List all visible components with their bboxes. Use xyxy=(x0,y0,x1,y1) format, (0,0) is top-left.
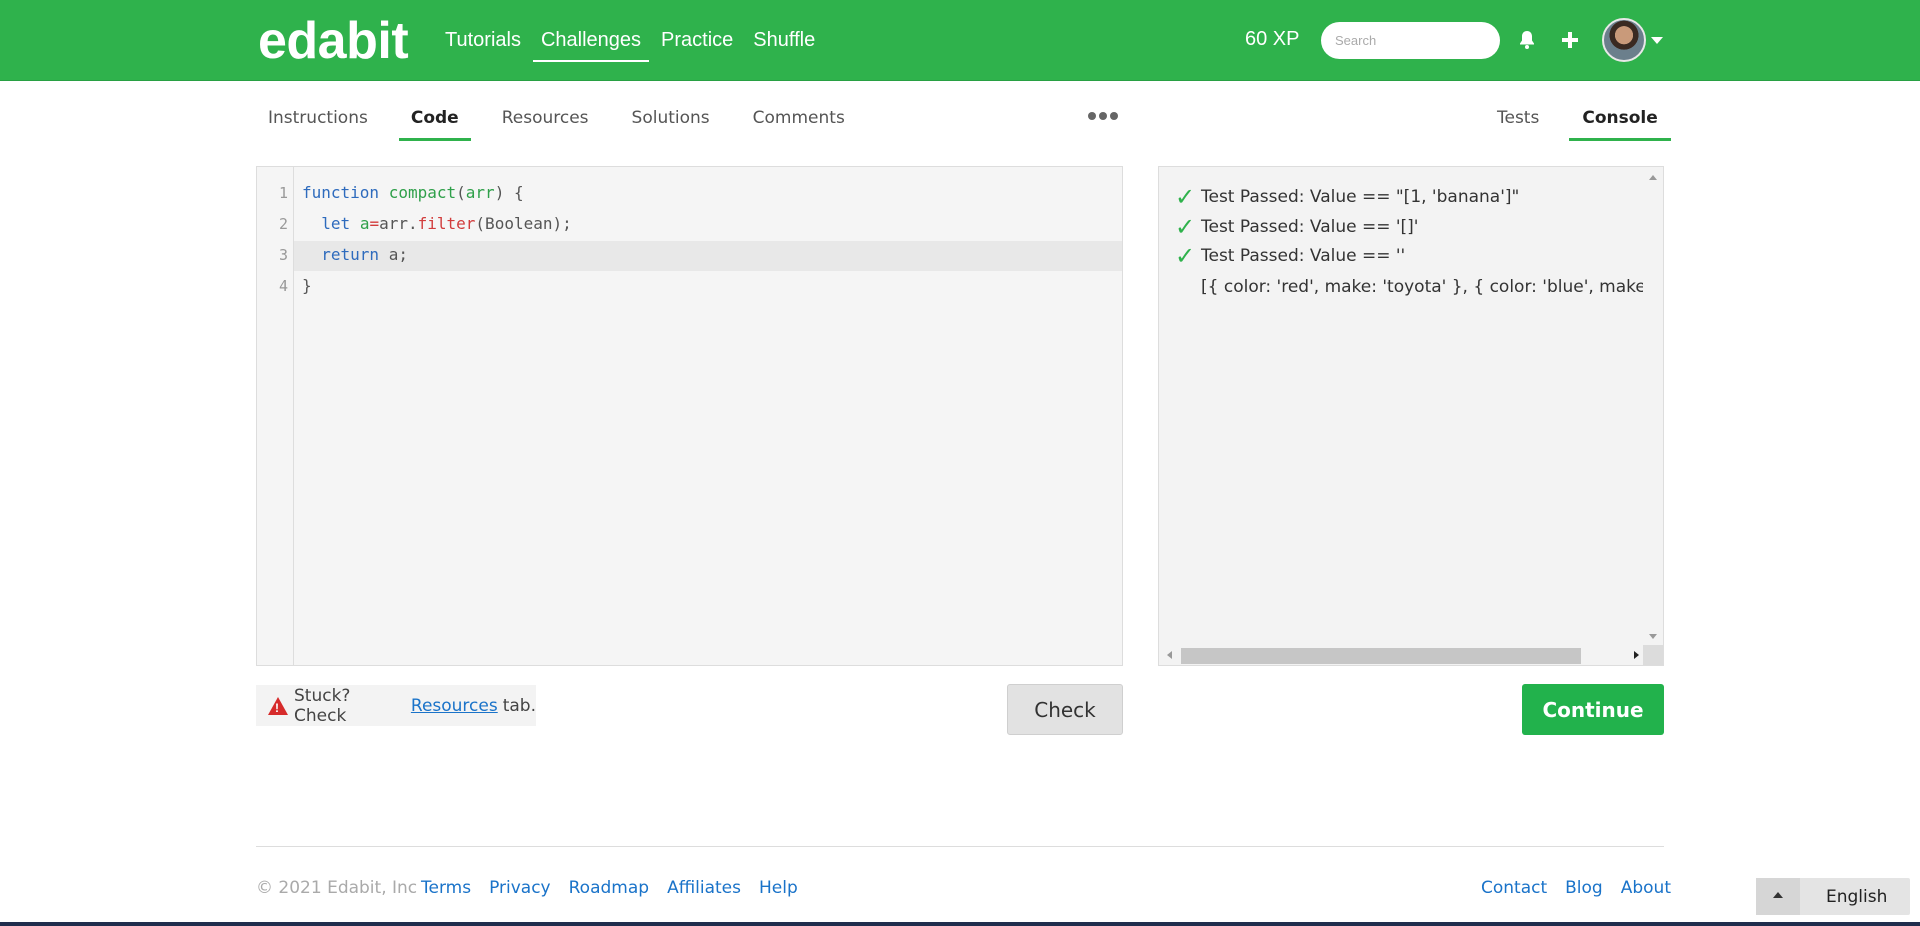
tab-code[interactable]: Code xyxy=(398,104,471,141)
user-avatar[interactable] xyxy=(1602,18,1646,62)
scrollbar-thumb[interactable] xyxy=(1181,648,1581,664)
line-number: 3 xyxy=(278,246,288,264)
footer-links-left: Terms Privacy Roadmap Affiliates Help xyxy=(421,878,816,898)
scroll-up-arrow-icon[interactable] xyxy=(1649,175,1657,180)
nav-practice[interactable]: Practice xyxy=(653,22,741,62)
footer-link-blog[interactable]: Blog xyxy=(1565,878,1603,898)
bottom-edge-bar xyxy=(0,922,1920,926)
stuck-hint: Stuck? Check Resources tab. xyxy=(256,685,536,726)
line-number: 2 xyxy=(278,215,288,233)
test-result: ✓ Test Passed: Value == "[1, 'banana']" xyxy=(1175,183,1520,211)
tab-resources[interactable]: Resources xyxy=(490,104,601,141)
checkmark-icon: ✓ xyxy=(1175,183,1196,211)
xp-counter: 60 XP xyxy=(1245,28,1300,50)
tab-tests[interactable]: Tests xyxy=(1485,104,1551,141)
scrollbar-corner xyxy=(1643,645,1663,665)
nav-shuffle[interactable]: Shuffle xyxy=(745,22,823,62)
console-output: ✓ Test Passed: Value == "[1, 'banana']" … xyxy=(1158,166,1664,666)
test-result-continuation: [{ color: 'red', make: 'toyota' }, { col… xyxy=(1201,277,1664,297)
vertical-scrollbar[interactable] xyxy=(1643,167,1663,647)
code-line-2: let a=arr.filter(Boolean); xyxy=(321,214,572,233)
challenge-tabs: Instructions Code Resources Solutions Co… xyxy=(256,104,876,141)
scroll-right-arrow-icon[interactable] xyxy=(1634,651,1639,659)
more-options-icon[interactable] xyxy=(1088,112,1118,120)
copyright: © 2021 Edabit, Inc xyxy=(256,878,418,898)
checkmark-icon: ✓ xyxy=(1175,213,1196,241)
footer-link-terms[interactable]: Terms xyxy=(421,878,471,898)
code-line-1: function compact(arr) { xyxy=(302,183,524,202)
resources-link[interactable]: Resources xyxy=(411,696,498,716)
output-tabs: Tests Console xyxy=(1485,104,1671,141)
scroll-down-arrow-icon[interactable] xyxy=(1649,634,1657,639)
tab-comments[interactable]: Comments xyxy=(741,104,857,141)
footer-link-affiliates[interactable]: Affiliates xyxy=(667,878,741,898)
top-navbar: edabit Tutorials Challenges Practice Shu… xyxy=(0,0,1920,81)
footer-link-contact[interactable]: Contact xyxy=(1481,878,1547,898)
horizontal-scrollbar[interactable] xyxy=(1159,645,1645,665)
test-result: ✓ Test Passed: Value == '' xyxy=(1175,242,1406,270)
language-label: English xyxy=(1826,886,1888,907)
nav-tutorials[interactable]: Tutorials xyxy=(437,22,529,62)
notifications-bell-icon[interactable] xyxy=(1513,26,1541,54)
code-line-4: } xyxy=(302,276,312,295)
footer-link-help[interactable]: Help xyxy=(759,878,798,898)
user-menu-caret-icon[interactable] xyxy=(1651,37,1663,44)
continue-button[interactable]: Continue xyxy=(1522,684,1664,735)
checkmark-icon: ✓ xyxy=(1175,242,1196,270)
test-result: ✓ Test Passed: Value == '[]' xyxy=(1175,213,1419,241)
footer-link-privacy[interactable]: Privacy xyxy=(489,878,551,898)
tab-solutions[interactable]: Solutions xyxy=(620,104,722,141)
scroll-left-arrow-icon[interactable] xyxy=(1167,651,1172,659)
line-number: 4 xyxy=(278,277,288,295)
language-selector[interactable]: English xyxy=(1756,878,1910,915)
main-nav: Tutorials Challenges Practice Shuffle xyxy=(437,22,827,62)
nav-challenges[interactable]: Challenges xyxy=(532,22,650,62)
search-input[interactable] xyxy=(1321,22,1500,59)
footer-link-roadmap[interactable]: Roadmap xyxy=(569,878,649,898)
footer-link-about[interactable]: About xyxy=(1621,878,1671,898)
line-number: 1 xyxy=(278,184,288,202)
code-line-3: return a; xyxy=(321,245,408,264)
tab-instructions[interactable]: Instructions xyxy=(256,104,380,141)
caret-up-icon[interactable] xyxy=(1756,878,1800,915)
code-editor[interactable]: 1 2 3 4 function compact(arr) { let a=ar… xyxy=(256,166,1123,666)
line-number-gutter: 1 2 3 4 xyxy=(257,167,294,665)
check-button[interactable]: Check xyxy=(1007,684,1123,735)
tab-console[interactable]: Console xyxy=(1569,104,1671,141)
footer-links-right: Contact Blog About xyxy=(1481,878,1671,898)
footer-divider xyxy=(256,846,1664,847)
warning-icon xyxy=(268,696,288,715)
active-line-highlight xyxy=(294,241,1122,271)
edabit-logo[interactable]: edabit xyxy=(258,14,409,68)
plus-icon[interactable] xyxy=(1556,26,1584,54)
